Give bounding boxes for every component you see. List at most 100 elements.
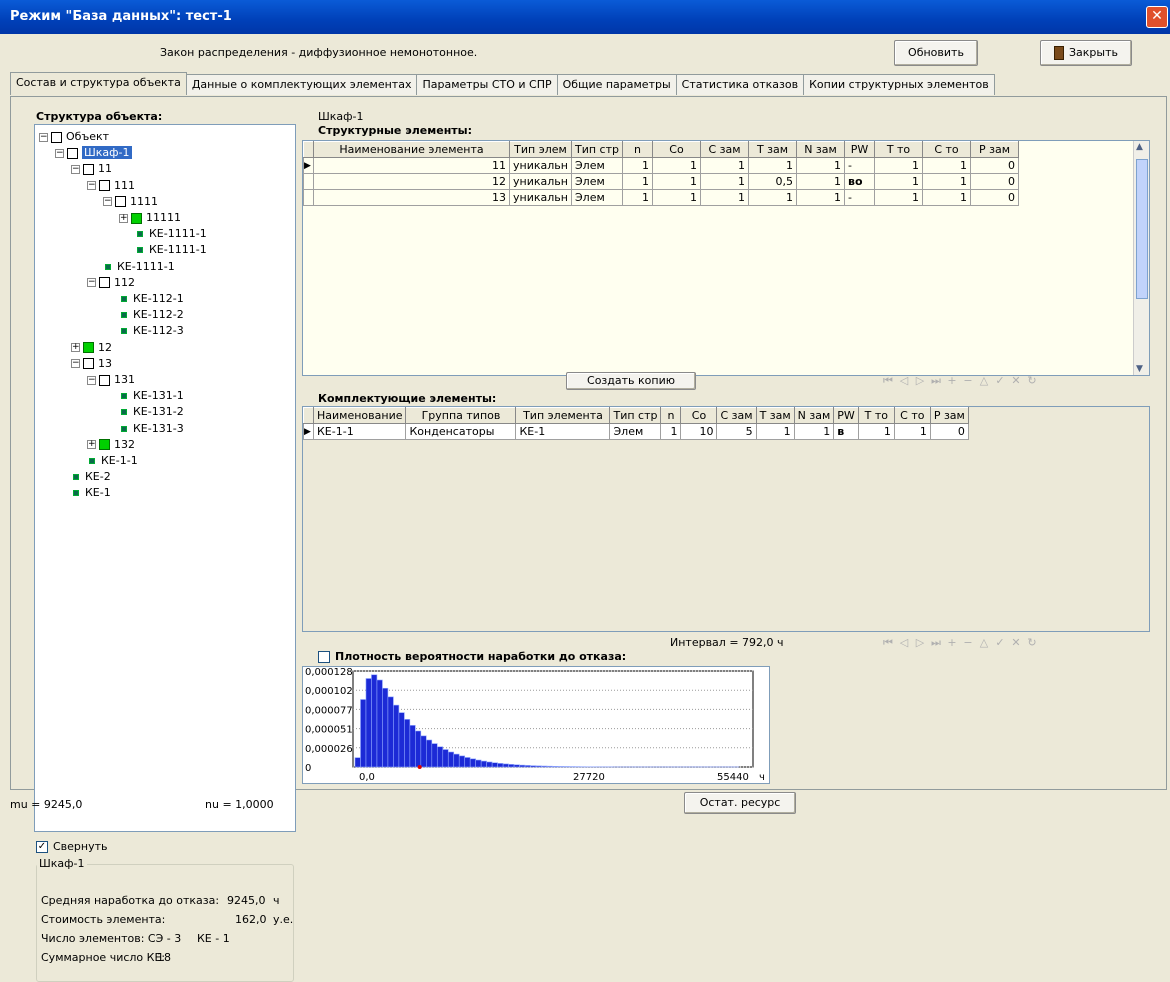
nav-icon-8[interactable]: ✕ [1008,636,1024,649]
tab-0[interactable]: Состав и структура объекта [10,72,187,95]
table-cell[interactable]: - [845,158,875,174]
column-header[interactable]: PW [834,408,859,424]
tree-node[interactable]: +12 [71,340,112,356]
column-header[interactable]: С то [923,142,971,158]
table-cell[interactable]: 10 [681,424,717,440]
tree-node[interactable]: −Шкаф-1 [55,145,132,161]
tree-node[interactable]: −Объект [39,129,109,145]
table-row[interactable]: 12уникальнЭлем1110,51во110 [304,174,1019,190]
table-cell[interactable]: 1 [623,174,653,190]
column-header[interactable]: Тип элем [510,142,572,158]
struct-elements-grid[interactable]: Наименование элементаТип элемТип стрnCoС… [302,140,1150,376]
table-cell[interactable]: 1 [661,424,681,440]
table-cell[interactable]: 1 [701,190,749,206]
expand-icon[interactable]: + [71,343,80,352]
nav-icon-6[interactable]: △ [976,374,992,387]
table-cell[interactable]: уникальн [510,174,572,190]
column-header[interactable]: Группа типов [406,408,516,424]
nav-icon-4[interactable]: + [944,636,960,649]
tree-node[interactable]: КЕ-1 [71,485,111,501]
collapse-icon[interactable]: − [103,197,112,206]
table-cell[interactable]: 1 [653,158,701,174]
table-cell[interactable]: 0 [971,174,1019,190]
table-row[interactable]: ▶11уникальнЭлем11111-110 [304,158,1019,174]
nav-icon-2[interactable]: ▷ [912,636,928,649]
nav-icon-1[interactable]: ◁ [896,374,912,387]
table-cell[interactable]: 1 [875,190,923,206]
column-header[interactable]: Т зам [756,408,794,424]
column-header[interactable]: n [661,408,681,424]
table-cell[interactable]: 1 [797,190,845,206]
column-header[interactable]: Co [681,408,717,424]
table-cell[interactable]: КЕ-1-1 [314,424,406,440]
collapse-icon[interactable]: − [71,359,80,368]
component-elements-grid[interactable]: НаименованиеГруппа типовТип элементаТип … [302,406,1150,632]
column-header[interactable]: Наименование [314,408,406,424]
collapse-icon[interactable]: − [87,376,96,385]
table-cell[interactable]: 1 [923,174,971,190]
table-cell[interactable]: 1 [701,158,749,174]
table-cell[interactable]: 5 [717,424,756,440]
table-cell[interactable]: 0,5 [749,174,797,190]
column-header[interactable]: Р зам [930,408,968,424]
table-cell[interactable]: 1 [797,158,845,174]
table-cell[interactable]: 1 [749,158,797,174]
tree-node[interactable]: −131 [87,372,135,388]
column-header[interactable]: Тип элемента [516,408,610,424]
tree-node[interactable]: КЕ-112-2 [119,307,184,323]
tree-node[interactable]: КЕ-112-1 [119,291,184,307]
tree-node[interactable]: КЕ-1-1 [87,453,138,469]
tree-node[interactable]: КЕ-1111-1 [103,259,175,275]
nav-icon-9[interactable]: ↻ [1024,636,1040,649]
table-cell[interactable]: уникальн [510,190,572,206]
density-checkbox[interactable]: Плотность вероятности наработки до отказ… [318,650,626,663]
table-cell[interactable]: 13 [314,190,510,206]
table-cell[interactable]: 1 [756,424,794,440]
expand-icon[interactable]: + [87,440,96,449]
table-cell[interactable]: 0 [971,190,1019,206]
column-header[interactable]: С зам [717,408,756,424]
column-header[interactable]: Тип стр [610,408,661,424]
column-header[interactable]: Тип стр [572,142,623,158]
table-cell[interactable]: КЕ-1 [516,424,610,440]
table-row[interactable]: ▶КЕ-1-1КонденсаторыКЕ-1Элем110511в110 [304,424,969,440]
nav-icon-2[interactable]: ▷ [912,374,928,387]
table-cell[interactable]: 1 [923,158,971,174]
tree-node[interactable]: −1111 [103,194,158,210]
column-header[interactable]: N зам [797,142,845,158]
nav-icon-8[interactable]: ✕ [1008,374,1024,387]
table-cell[interactable]: 1 [858,424,894,440]
column-header[interactable]: С то [894,408,930,424]
tree-node[interactable]: КЕ-1111-1 [135,226,207,242]
nav-icon-3[interactable]: ⏭ [928,636,944,650]
table-cell[interactable]: в [834,424,859,440]
column-header[interactable]: Т зам [749,142,797,158]
table-cell[interactable]: Элем [610,424,661,440]
nav-icon-7[interactable]: ✓ [992,374,1008,387]
tab-4[interactable]: Статистика отказов [676,74,804,95]
table-cell[interactable]: 0 [971,158,1019,174]
nav-icon-9[interactable]: ↻ [1024,374,1040,387]
tree-node[interactable]: КЕ-1111-1 [135,242,207,258]
table-cell[interactable]: 1 [653,174,701,190]
table-cell[interactable]: 1 [797,174,845,190]
column-header[interactable]: Р зам [971,142,1019,158]
table-cell[interactable]: 1 [623,190,653,206]
tree-node[interactable]: +132 [87,437,135,453]
tab-2[interactable]: Параметры СТО и СПР [416,74,557,95]
table-cell[interactable]: 1 [894,424,930,440]
table-cell[interactable]: 12 [314,174,510,190]
table-cell[interactable]: 1 [875,174,923,190]
nav-icon-0[interactable]: ⏮ [880,374,896,388]
struct-navigator[interactable]: ⏮◁▷⏭+−△✓✕↻ [880,374,1040,388]
tab-5[interactable]: Копии структурных элементов [803,74,995,95]
table-cell[interactable]: 1 [623,158,653,174]
scroll-down-icon[interactable]: ▼ [1136,364,1143,374]
tree-node[interactable]: КЕ-2 [71,469,111,485]
refresh-button[interactable]: Обновить [894,40,978,66]
collapse-icon[interactable]: − [39,133,48,142]
scrollbar-thumb[interactable] [1136,159,1148,299]
table-cell[interactable]: Конденсаторы [406,424,516,440]
table-cell[interactable]: Элем [572,190,623,206]
column-header[interactable]: N зам [794,408,834,424]
